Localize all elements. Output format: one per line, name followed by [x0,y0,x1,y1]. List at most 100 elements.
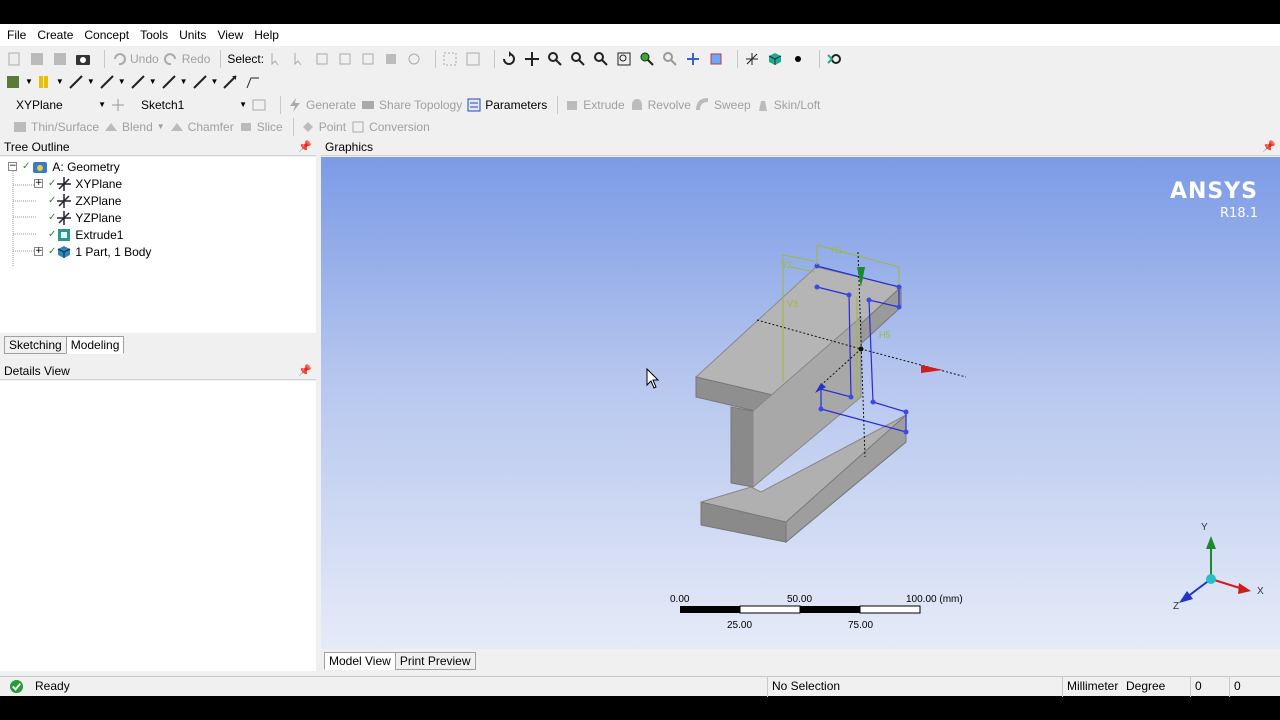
menu-file[interactable]: File [7,28,26,42]
select-point-icon[interactable] [314,49,333,69]
zoom-fit-green-icon[interactable] [639,49,658,69]
dim-v2[interactable]: V2 [781,260,792,270]
tree-item-label: YZPlane [75,210,122,225]
tree-item-xyplane[interactable]: ✓ XYPlane [48,175,122,192]
next-view-icon[interactable] [708,49,727,69]
previous-view-icon[interactable] [685,49,704,69]
line-tool2-icon[interactable]: ▼ [99,72,126,92]
plane-select[interactable]: XYPlane ▼ [6,95,106,115]
tree-item-zxplane[interactable]: ✓ ZXPlane [48,192,121,209]
tree-item-root[interactable]: ✓ A: Geometry [22,158,120,175]
rotate-icon[interactable] [501,49,520,69]
tree-item-yzplane[interactable]: ✓ YZPlane [48,209,121,226]
zoom-in-icon[interactable] [570,49,589,69]
expand-xyplane-icon[interactable]: + [34,179,43,188]
measure-icon[interactable] [826,49,845,69]
dim-h1[interactable]: H1 [831,245,843,255]
select-body-icon[interactable] [383,49,402,69]
status-units[interactable]: Millimeter [1067,679,1118,693]
pan-icon[interactable] [524,49,543,69]
slice-button[interactable]: Slice [238,117,283,137]
pin-icon[interactable]: 📌 [1262,138,1276,156]
i-beam-body [694,266,907,544]
export-icon[interactable] [52,49,71,69]
box-select-alt-icon[interactable] [465,49,484,69]
menu-create[interactable]: Create [37,28,73,42]
new-icon[interactable] [6,49,25,69]
dim-h5[interactable]: H5 [879,330,891,340]
tab-model-view[interactable]: Model View [324,652,396,670]
line-tool5-icon[interactable]: ▼ [192,72,218,92]
select-mode-icon[interactable] [268,49,287,69]
pin-icon[interactable]: 📌 [298,362,312,380]
line-tool-icon[interactable]: ▼ [68,72,95,92]
point-display-icon[interactable] [790,49,809,69]
menu-units[interactable]: Units [179,28,206,42]
extrude-button[interactable]: Extrude [564,95,625,115]
thin-surface-button[interactable]: Thin/Surface [12,117,99,137]
status-angle[interactable]: Degree [1126,679,1165,693]
tab-print-preview[interactable]: Print Preview [394,652,476,670]
status-bar: Ready No Selection Millimeter Degree 0 0 [0,676,1280,697]
display-mode-icon[interactable] [767,49,786,69]
chamfer-button[interactable]: Chamfer [169,117,234,137]
triad-icon[interactable] [744,49,763,69]
box-select-icon[interactable] [442,49,461,69]
face-color-icon[interactable]: ▼ [37,72,64,92]
tree-outline-header: Tree Outline 📌 [0,138,316,156]
magnifier-icon[interactable] [662,49,681,69]
plane-tool-icon[interactable] [245,72,264,92]
tree-item-extrude1[interactable]: ✓ Extrude1 [48,226,123,243]
details-view-title: Details View [4,364,70,378]
conversion-button[interactable]: Conversion [350,117,430,137]
menu-view[interactable]: View [217,28,243,42]
save-icon[interactable] [29,49,48,69]
select-edge-icon[interactable] [337,49,356,69]
select-dropdown-icon[interactable] [291,49,310,69]
axis-triad [1179,536,1251,603]
menu-help[interactable]: Help [254,28,279,42]
camera-icon[interactable] [75,49,94,69]
line-tool4-icon[interactable]: ▼ [161,72,188,92]
menu-bar: File Create Concept Tools Units View Hel… [0,24,1280,46]
dim-v3[interactable]: V3 [787,299,798,309]
zoom-fit-icon[interactable] [616,49,635,69]
separator [767,677,768,697]
plane-color-icon[interactable]: ▼ [6,72,33,92]
expand-parts-icon[interactable]: + [34,247,43,256]
generate-button[interactable]: Generate [287,95,356,115]
share-topology-button[interactable]: Share Topology [360,95,462,115]
zoom-icon[interactable] [547,49,566,69]
menu-concept[interactable]: Concept [84,28,129,42]
new-sketch-icon[interactable] [251,95,270,115]
sketch-select[interactable]: Sketch1 ▼ [133,95,247,115]
point-button[interactable]: Point [300,117,346,137]
new-point-icon[interactable] [222,72,241,92]
new-plane-icon[interactable] [110,95,129,115]
tab-sketching[interactable]: Sketching [4,336,67,354]
skin-loft-button[interactable]: Skin/Loft [755,95,820,115]
line-tool3-icon[interactable]: ▼ [130,72,157,92]
pin-icon[interactable]: 📌 [298,138,312,156]
select-face-icon[interactable] [360,49,379,69]
sweep-button[interactable]: Sweep [695,95,751,115]
tree-item-label: 1 Part, 1 Body [75,244,152,259]
blend-button[interactable]: Blend ▼ [103,117,165,137]
extrude-icon [58,228,71,241]
tree-item-parts[interactable]: ✓ 1 Part, 1 Body [48,243,151,260]
graphics-viewport[interactable]: ANSYS R18.1 H1 V2 V3 H5 0.00 50.00 100.0… [321,157,1280,649]
collapse-root-icon[interactable]: − [8,162,17,171]
triad-z-label: Z [1173,601,1179,612]
extend-selection-icon[interactable] [406,49,425,69]
separator [104,49,105,68]
tab-modeling[interactable]: Modeling [65,336,125,354]
zoom-box-icon[interactable] [593,49,612,69]
undo-button[interactable]: Undo [111,49,159,69]
select-label: Select: [227,51,265,66]
revolve-button[interactable]: Revolve [629,95,691,115]
parameters-button[interactable]: Parameters [466,95,547,115]
revolve-label: Revolve [647,97,691,112]
menu-tools[interactable]: Tools [140,28,168,42]
scale-label-50: 50.00 [787,594,812,605]
redo-button[interactable]: Redo [163,49,210,69]
